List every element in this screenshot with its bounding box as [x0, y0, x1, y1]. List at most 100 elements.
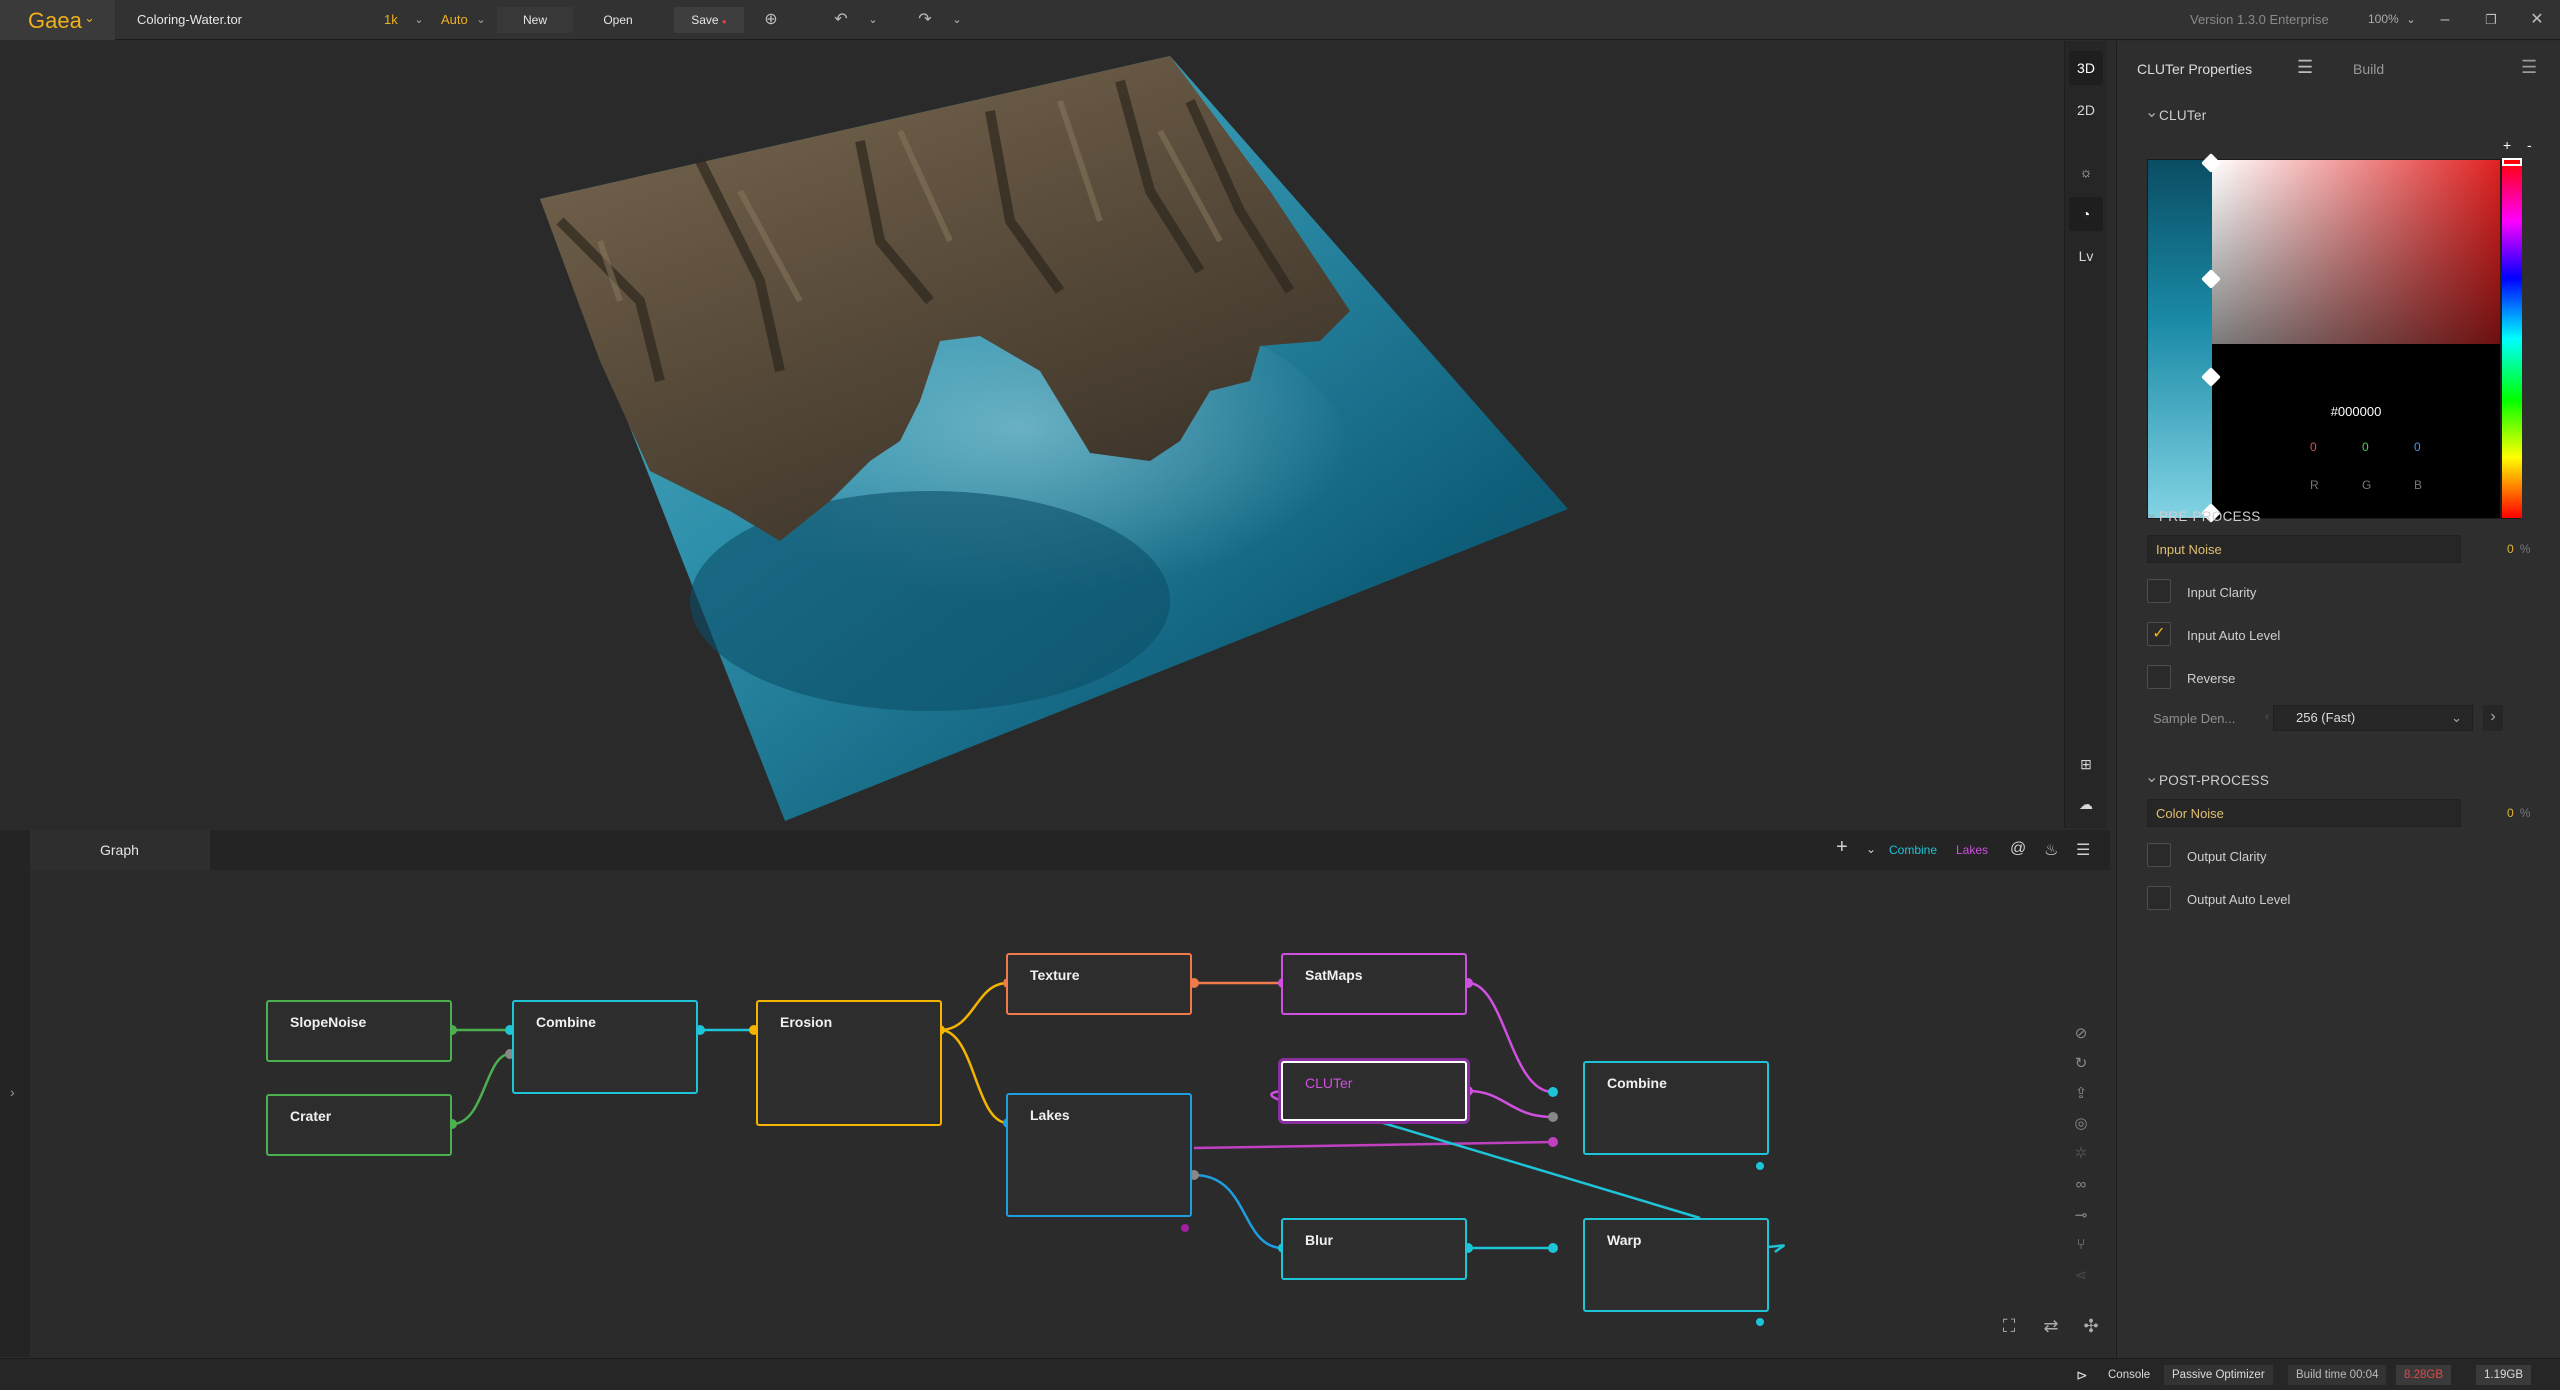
node-erosion[interactable]: Erosion — [756, 1000, 942, 1126]
sun-icon[interactable]: ☼ — [2069, 155, 2103, 189]
node-cluter[interactable]: CLUTer — [1281, 1061, 1467, 1121]
link-icon[interactable]: ∞ — [2064, 1176, 2098, 1193]
add-stop-button[interactable]: + — [2503, 137, 2511, 153]
console-button[interactable]: Console — [2100, 1365, 2158, 1385]
redo-icon[interactable]: ↷ — [914, 9, 936, 31]
close-icon[interactable]: ✕ — [2526, 9, 2548, 31]
node-warp[interactable]: Warp — [1583, 1218, 1769, 1312]
node-graph[interactable]: Graph + ⌄ Combine Lakes @ ♨ ☰ SlopeNoise… — [30, 830, 2110, 1357]
chevron-down-icon[interactable]: ⌄ — [862, 9, 884, 31]
green-value[interactable]: 0 — [2362, 440, 2369, 454]
input-auto-level-label: Input Auto Level — [2187, 628, 2281, 643]
share-icon: ⋖ — [2074, 1267, 2088, 1284]
node-satmaps[interactable]: SatMaps — [1281, 953, 1467, 1015]
save-button[interactable]: Save ● — [674, 7, 744, 33]
3d-viewport[interactable] — [0, 41, 2064, 828]
target-icon[interactable]: ◎ — [2064, 1114, 2098, 1132]
chevron-down-icon[interactable]: ⌄ — [2400, 9, 2422, 31]
grid-icon[interactable]: ⊞ — [2069, 747, 2103, 781]
app-menu[interactable]: Gaea ⌄ — [0, 0, 115, 40]
color-noise-value[interactable]: 0% — [2507, 806, 2530, 820]
chevron-down-icon[interactable]: ⌄ — [946, 9, 968, 31]
blue-value[interactable]: 0 — [2414, 440, 2421, 454]
sample-density-label: Sample Den... — [2153, 711, 2236, 726]
vram-usage-label: 1.19GB — [2476, 1365, 2531, 1385]
chevron-right-icon[interactable]: › — [2483, 705, 2503, 731]
restore-icon[interactable]: ❐ — [2480, 9, 2502, 31]
output-clarity-checkbox[interactable] — [2147, 843, 2171, 867]
remove-stop-button[interactable]: - — [2527, 137, 2532, 153]
view-2d-button[interactable]: 2D — [2069, 93, 2103, 127]
hue-handle[interactable] — [2502, 158, 2522, 166]
play-icon[interactable]: ⊳ — [2068, 1365, 2096, 1385]
input-noise-slider[interactable]: Input Noise — [2147, 535, 2461, 563]
tab-cluter-properties[interactable]: CLUTer Properties — [2137, 61, 2252, 77]
undo-icon[interactable]: ↶ — [830, 9, 852, 31]
passive-optimizer-button[interactable]: Passive Optimizer — [2164, 1365, 2273, 1385]
refresh-icon[interactable]: ↻ — [2064, 1054, 2098, 1072]
layout-icon[interactable]: ⇄ — [2034, 1316, 2068, 1337]
hue-slider[interactable] — [2502, 160, 2522, 518]
color-noise-label: Color Noise — [2156, 806, 2224, 821]
input-auto-level-checkbox[interactable]: ✓ — [2147, 622, 2171, 646]
save-label: Save — [691, 13, 719, 27]
build-time-label: Build time 00:04 — [2288, 1365, 2387, 1385]
open-button[interactable]: Open — [580, 7, 656, 33]
zoom-select[interactable]: 100% — [2368, 12, 2399, 26]
node-slopenoise[interactable]: SlopeNoise — [266, 1000, 452, 1062]
node-title: Combine — [1607, 1075, 1667, 1091]
chevron-right-icon[interactable]: › — [10, 1084, 15, 1100]
node-title: SatMaps — [1305, 967, 1363, 983]
view-3d-button[interactable]: 3D — [2069, 51, 2103, 85]
node-combine[interactable]: Combine — [512, 1000, 698, 1094]
red-label: R — [2310, 478, 2319, 492]
sample-density-select[interactable]: 256 (Fast) ⌄ — [2273, 705, 2473, 731]
node-title: CLUTer — [1305, 1075, 1353, 1091]
add-circle-icon[interactable]: ⊕ — [760, 9, 782, 31]
gauge-icon[interactable]: ◔ — [2069, 197, 2103, 231]
gradient-preview[interactable] — [2148, 160, 2212, 518]
new-button[interactable]: New — [497, 7, 573, 33]
chevron-down-icon: ⌄ — [84, 10, 95, 25]
disable-icon[interactable]: ⊘ — [2064, 1024, 2098, 1042]
chevron-down-icon[interactable]: ⌄ — [408, 9, 430, 31]
level-button[interactable]: Lv — [2069, 239, 2103, 273]
menu-icon[interactable]: ☰ — [2521, 57, 2537, 78]
export-icon[interactable]: ⇪ — [2064, 1084, 2098, 1102]
fit-view-icon[interactable]: ⛶ — [1992, 1316, 2026, 1337]
cloud-icon[interactable]: ☁ — [2069, 787, 2103, 821]
port-icon[interactable]: ⊸ — [2064, 1206, 2098, 1224]
node-combine-2[interactable]: Combine — [1583, 1061, 1769, 1155]
unit-label: % — [2519, 542, 2531, 556]
collapsed-sidebar[interactable]: › — [0, 830, 30, 1357]
resolution-select[interactable]: 1k — [384, 12, 398, 27]
menu-icon[interactable]: ☰ — [2297, 57, 2313, 78]
output-auto-level-checkbox[interactable] — [2147, 886, 2171, 910]
branch-icon[interactable]: ⑂ — [2064, 1236, 2098, 1253]
node-blur[interactable]: Blur — [1281, 1218, 1467, 1280]
tab-build[interactable]: Build — [2353, 61, 2384, 77]
chevron-left-icon[interactable]: ‹ — [2265, 709, 2269, 723]
input-noise-value[interactable]: 0% — [2507, 542, 2530, 556]
reverse-checkbox[interactable] — [2147, 665, 2171, 689]
sample-density-value: 256 (Fast) — [2296, 710, 2356, 725]
hex-value[interactable]: #000000 — [2212, 404, 2500, 419]
build-mode-select[interactable]: Auto — [441, 12, 468, 27]
color-noise-slider[interactable]: Color Noise — [2147, 799, 2461, 827]
terrain-render — [540, 56, 1568, 821]
blue-label: B — [2414, 478, 2423, 492]
node-texture[interactable]: Texture — [1006, 953, 1192, 1015]
node-lakes[interactable]: Lakes — [1006, 1093, 1192, 1217]
settings-icon: ✲ — [2074, 1145, 2088, 1162]
red-value[interactable]: 0 — [2310, 440, 2317, 454]
minimize-icon[interactable]: – — [2434, 9, 2456, 31]
section-cluter[interactable]: CLUTer — [2145, 102, 2207, 123]
input-clarity-checkbox[interactable] — [2147, 579, 2171, 603]
color-picker[interactable]: #000000 0 0 0 R G B — [2147, 153, 2522, 523]
expand-icon[interactable]: ✣ — [2074, 1316, 2108, 1337]
chevron-down-icon[interactable]: ⌄ — [470, 9, 492, 31]
section-post-process[interactable]: POST-PROCESS — [2145, 767, 2269, 788]
section-pre-process[interactable]: PRE-PROCESS — [2145, 503, 2261, 524]
node-crater[interactable]: Crater — [266, 1094, 452, 1156]
color-noise-number: 0 — [2507, 806, 2514, 820]
